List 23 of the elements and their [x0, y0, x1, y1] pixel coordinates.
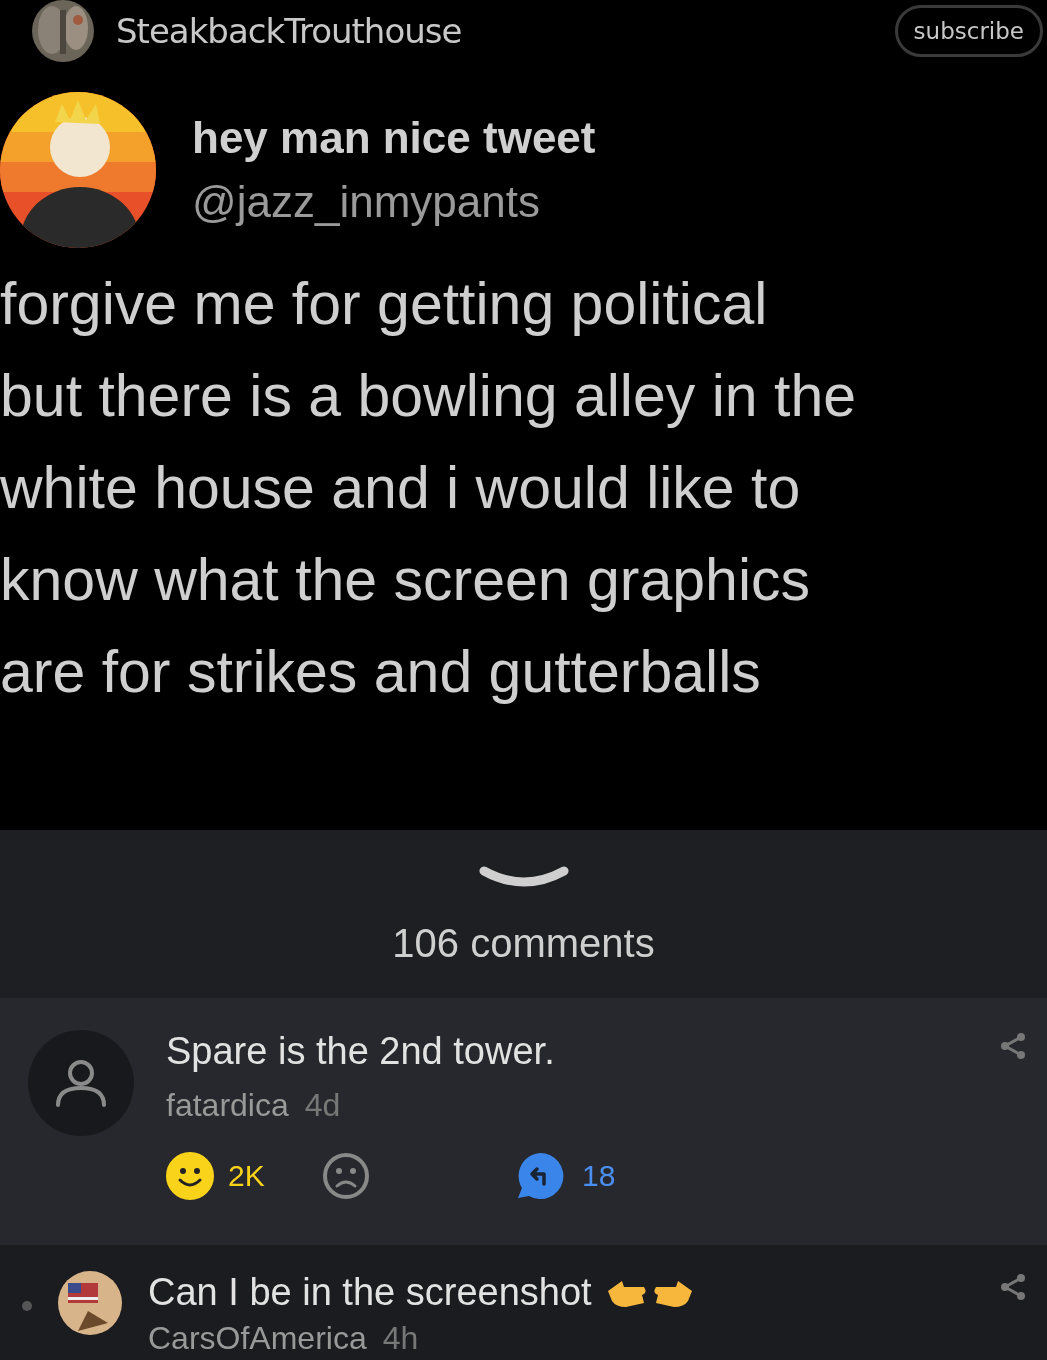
- like-count: 2K: [228, 1159, 266, 1193]
- tweet-text-line: white house and i would like to: [0, 454, 802, 523]
- avatar-icon[interactable]: [28, 1030, 134, 1136]
- comment-text: Spare is the 2nd tower.: [166, 1030, 556, 1073]
- username[interactable]: SteakbackTrouthouse: [116, 11, 873, 51]
- smile-icon[interactable]: [166, 1152, 214, 1200]
- reply-icon[interactable]: [516, 1152, 564, 1200]
- display-name: hey man nice tweet: [192, 113, 596, 163]
- comment-count: 106 comments: [392, 920, 655, 966]
- frown-icon[interactable]: [322, 1152, 370, 1200]
- user-handle: @jazz_inmypants: [192, 177, 541, 227]
- comment-author[interactable]: fatardica: [166, 1087, 289, 1124]
- comment-time: 4h: [382, 1320, 419, 1357]
- subscribe-button[interactable]: subscribe: [894, 5, 1043, 57]
- comment-text: Can I be in the screenshot: [148, 1271, 592, 1314]
- tweet-text-line: forgive me for getting political: [0, 270, 769, 339]
- comment-author[interactable]: CarsOfAmerica: [148, 1320, 367, 1357]
- thread-dot: [22, 1301, 32, 1311]
- tweet-text-line: but there is a bowling alley in the: [0, 362, 858, 431]
- reply-count[interactable]: 18: [582, 1159, 616, 1193]
- tweet-text-line: know what the screen graphics: [0, 546, 812, 615]
- tweet-text-line: are for strikes and gutterballs: [0, 638, 762, 707]
- comment-time: 4d: [304, 1087, 341, 1124]
